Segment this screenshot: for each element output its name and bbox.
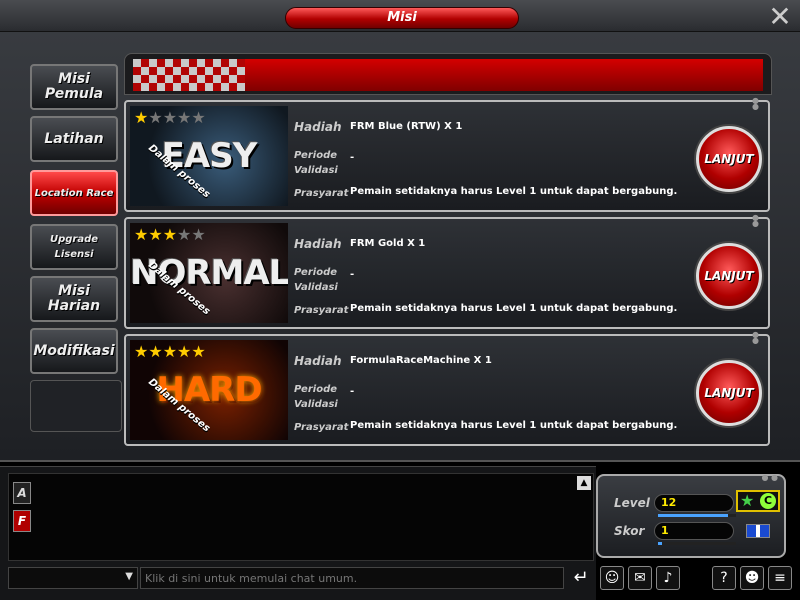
player-stats-panel: ● ● Level 12 ★ C Skor 1 [596, 473, 786, 558]
lanjut-button[interactable]: LANJUT [696, 360, 762, 426]
period-value: - [350, 386, 355, 397]
star-filled-icon: ★ [177, 342, 192, 361]
requirement-label: Prasyarat [294, 188, 349, 199]
chat-input[interactable] [140, 567, 564, 589]
mission-window: Misi ✕ Misi Pemula Latihan Location Race… [0, 0, 800, 462]
menu-icon[interactable]: ≡ [768, 566, 792, 590]
star-filled-icon: ★ [148, 225, 163, 244]
chat-scope-select[interactable]: ▼ [8, 567, 138, 589]
title-bar: Misi ✕ [0, 0, 800, 32]
period-label: Periode Validasi [294, 384, 338, 410]
level-progress-bar [658, 514, 736, 517]
reward-value: FormulaRaceMachine X 1 [350, 355, 492, 366]
mission-thumbnail: ★★★★★ HARD Dalam proses [130, 340, 288, 440]
level-label: Level [614, 496, 650, 510]
banner-stripe [245, 59, 763, 91]
score-progress-fill [658, 542, 662, 545]
window-title: Misi [285, 7, 519, 29]
card-dots: ● ● [752, 96, 759, 111]
mission-info: Hadiah FormulaRaceMachine X 1 Periode Va… [292, 336, 692, 444]
star-filled-icon: ★ [191, 342, 206, 361]
star-icon: ★ [740, 491, 755, 510]
level-value: 12 [654, 494, 734, 512]
class-badge: C [760, 493, 776, 509]
star-empty-icon: ★ [191, 225, 206, 244]
requirement-label: Prasyarat [294, 422, 349, 433]
scroll-up-icon[interactable]: ▲ [577, 476, 591, 490]
volume-icon[interactable]: ♪ [656, 566, 680, 590]
requirement-label: Prasyarat [294, 305, 349, 316]
star-filled-icon: ★ [134, 108, 149, 127]
difficulty-stars: ★★★★★ [134, 342, 206, 361]
mission-card-easy: ● ● ★★★★★ EASY Dalam proses Hadiah FRM B… [124, 96, 770, 212]
tab-misi-harian[interactable]: Misi Harian [30, 276, 118, 322]
tab-upgrade-lisensi[interactable]: Upgrade Lisensi [30, 224, 118, 270]
period-label: Periode Validasi [294, 150, 338, 176]
star-filled-icon: ★ [134, 342, 149, 361]
reward-label: Hadiah [294, 354, 342, 368]
difficulty-stars: ★★★★★ [134, 225, 206, 244]
star-filled-icon: ★ [162, 225, 178, 244]
star-empty-icon: ★ [148, 108, 163, 127]
close-icon[interactable]: ✕ [766, 3, 794, 31]
mission-card-normal: ● ● ★★★★★ NORMAL Dalam proses Hadiah FRM… [124, 213, 770, 329]
emoticon-icon[interactable]: ☺ [600, 566, 624, 590]
mission-thumbnail: ★★★★★ NORMAL Dalam proses [130, 223, 288, 323]
period-value: - [350, 269, 355, 280]
tab-empty-slot [30, 380, 122, 432]
mission-thumbnail: ★★★★★ EASY Dalam proses [130, 106, 288, 206]
reward-value: FRM Gold X 1 [350, 238, 426, 249]
level-progress-fill [658, 514, 729, 517]
lanjut-button[interactable]: LANJUT [696, 243, 762, 309]
chevron-down-icon: ▼ [125, 571, 133, 582]
mission-card-hard: ● ● ★★★★★ HARD Dalam proses Hadiah Formu… [124, 330, 770, 446]
card-dots: ● ● [752, 330, 759, 345]
requirement-value: Pemain setidaknya harus Level 1 untuk da… [350, 303, 678, 314]
star-filled-icon: ★ [162, 342, 178, 361]
card-dots: ● ● [752, 213, 759, 228]
requirement-value: Pemain setidaknya harus Level 1 untuk da… [350, 186, 678, 197]
enter-icon[interactable]: ↵ [570, 567, 592, 589]
star-empty-icon: ★ [177, 225, 192, 244]
chat-panel: A F ▲ ▼ ↵ [0, 466, 596, 600]
score-label: Skor [614, 524, 645, 538]
reward-label: Hadiah [294, 237, 342, 251]
tab-location-race[interactable]: Location Race [30, 170, 118, 216]
reward-value: FRM Blue (RTW) X 1 [350, 121, 463, 132]
community-icon[interactable]: ☻ [740, 566, 764, 590]
bottom-toolbar: ☺ ✉ ♪ ? ☻ ≡ [600, 566, 800, 596]
score-progress-bar [658, 542, 736, 545]
tab-misi-pemula[interactable]: Misi Pemula [30, 64, 118, 110]
period-value: - [350, 152, 355, 163]
mail-icon[interactable]: ✉ [628, 566, 652, 590]
period-label: Periode Validasi [294, 267, 338, 293]
panel-dots: ● ● [761, 473, 778, 482]
chat-log[interactable]: A F ▲ [8, 473, 594, 561]
requirement-value: Pemain setidaknya harus Level 1 untuk da… [350, 420, 678, 431]
score-value: 1 [654, 522, 734, 540]
mission-info: Hadiah FRM Blue (RTW) X 1 Periode Valida… [292, 102, 692, 210]
chat-channel-all-icon[interactable]: A [13, 482, 31, 504]
tab-latihan[interactable]: Latihan [30, 116, 118, 162]
difficulty-stars: ★★★★★ [134, 108, 206, 127]
tab-modifikasi[interactable]: Modifikasi [30, 328, 118, 374]
help-icon[interactable]: ? [712, 566, 736, 590]
lanjut-button[interactable]: LANJUT [696, 126, 762, 192]
chat-channel-friend-icon[interactable]: F [13, 510, 31, 532]
reward-label: Hadiah [294, 120, 342, 134]
star-filled-icon: ★ [148, 342, 163, 361]
level-badge: ★ C [736, 490, 780, 512]
flag-icon [746, 524, 770, 538]
header-banner [124, 53, 772, 95]
star-empty-icon: ★ [177, 108, 192, 127]
star-empty-icon: ★ [191, 108, 206, 127]
mission-info: Hadiah FRM Gold X 1 Periode Validasi - P… [292, 219, 692, 327]
star-filled-icon: ★ [134, 225, 149, 244]
star-empty-icon: ★ [162, 108, 178, 127]
